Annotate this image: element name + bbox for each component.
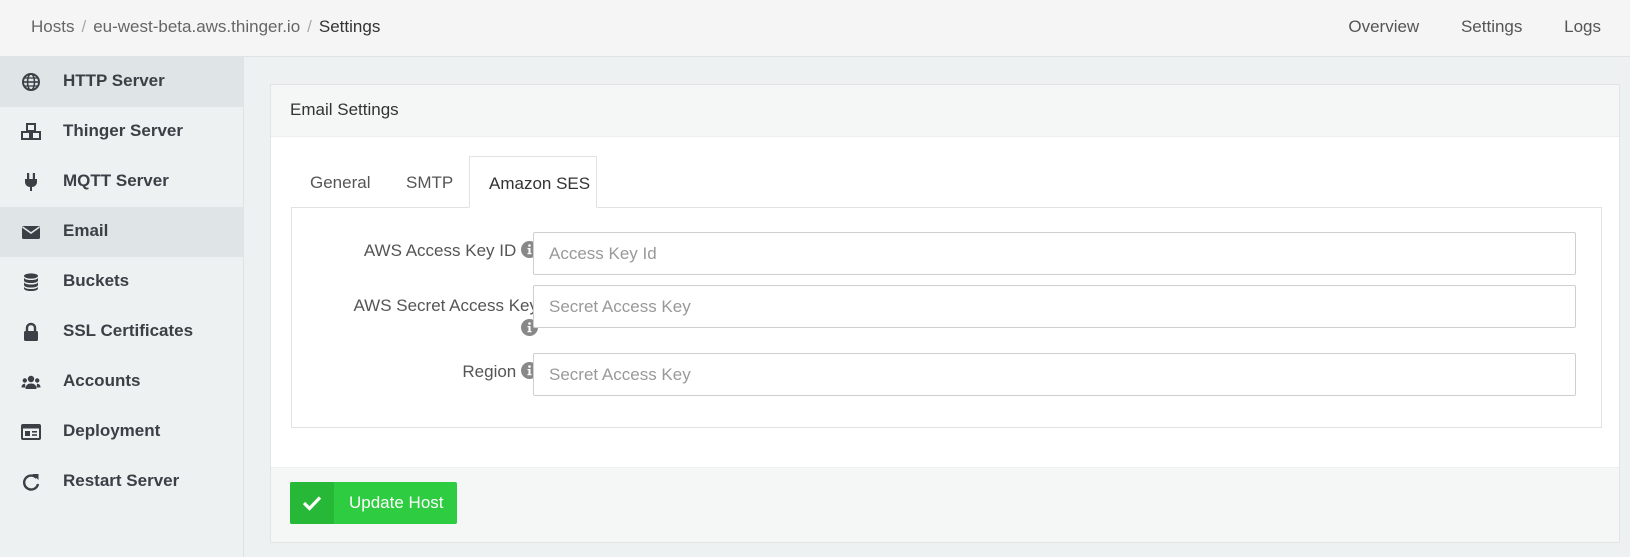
id-card-icon — [21, 422, 41, 442]
sidebar-item-deployment[interactable]: Deployment — [0, 407, 243, 457]
aws-secret-access-key-label: AWS Secret Access Key — [353, 294, 538, 340]
update-host-button[interactable]: Update Host — [290, 482, 457, 524]
sidebar-item-label: Thinger Server — [63, 121, 183, 140]
sidebar-item-thinger-server[interactable]: Thinger Server — [0, 107, 243, 157]
card-footer: Update Host — [271, 467, 1619, 542]
lock-icon — [21, 322, 41, 342]
sidebar-item-http-server[interactable]: HTTP Server — [0, 57, 243, 107]
sidebar-item-label: Restart Server — [63, 471, 180, 490]
users-icon — [21, 372, 41, 392]
top-bar: Hosts / eu-west-beta.aws.thinger.io / Settin… — [0, 0, 1630, 57]
breadcrumb: Hosts / eu-west-beta.aws.thinger.io / Settin… — [31, 17, 380, 37]
tab-general[interactable]: General — [291, 156, 386, 208]
sidebar-item-ssl-certificates[interactable]: SSL Certificates — [0, 307, 243, 357]
check-icon — [290, 482, 334, 524]
sidebar-item-label: Deployment — [63, 421, 161, 440]
sidebar-item-restart-server[interactable]: Restart Server — [0, 457, 243, 507]
nav-logs[interactable]: Logs — [1564, 17, 1601, 36]
aws-access-key-id-label: AWS Access Key ID — [364, 241, 538, 261]
breadcrumb-separator: / — [81, 17, 87, 36]
sidebar-item-label: Email — [63, 221, 109, 240]
breadcrumb-separator: / — [307, 17, 312, 36]
tab-amazon-ses[interactable]: Amazon SES — [469, 156, 597, 208]
cubes-icon — [21, 122, 41, 142]
nav-overview[interactable]: Overview — [1348, 17, 1419, 36]
aws-secret-access-key-input[interactable] — [533, 285, 1576, 328]
sidebar-item-label: HTTP Server — [63, 71, 165, 90]
tab-smtp[interactable]: SMTP — [386, 156, 469, 208]
field-label: AWS Access Key ID — [363, 241, 517, 260]
database-icon — [21, 272, 41, 292]
breadcrumb-host[interactable]: eu-west-beta.aws.thinger.io — [93, 17, 300, 36]
sidebar-item-label: MQTT Server — [63, 171, 169, 190]
sidebar: HTTP Server Thinger Server MQTT Server E… — [0, 57, 244, 557]
sidebar-item-label: SSL Certificates — [63, 321, 194, 340]
breadcrumb-hosts[interactable]: Hosts — [31, 17, 74, 36]
field-label: Region — [462, 362, 517, 381]
sidebar-item-label: Accounts — [63, 371, 141, 390]
redo-icon — [21, 472, 41, 492]
plug-icon — [21, 172, 41, 192]
amazon-ses-panel: AWS Access Key ID AWS Secret Access Key … — [291, 207, 1602, 428]
breadcrumb-current: Settings — [318, 17, 381, 36]
sidebar-item-email[interactable]: Email — [0, 207, 243, 257]
globe-icon — [21, 72, 41, 92]
sidebar-item-mqtt-server[interactable]: MQTT Server — [0, 157, 243, 207]
sidebar-item-buckets[interactable]: Buckets — [0, 257, 243, 307]
sidebar-item-accounts[interactable]: Accounts — [0, 357, 243, 407]
nav-settings[interactable]: Settings — [1461, 17, 1522, 36]
envelope-icon — [21, 222, 41, 242]
region-label: Region — [462, 362, 538, 382]
email-settings-card: Email Settings General SMTP Amazon SES A… — [270, 84, 1620, 543]
field-label: AWS Secret Access Key — [353, 296, 538, 315]
aws-access-key-id-input[interactable] — [533, 232, 1576, 275]
card-title: Email Settings — [271, 85, 1619, 137]
update-host-label: Update Host — [349, 493, 444, 512]
top-nav: Overview Settings Logs — [1311, 17, 1601, 37]
region-input[interactable] — [533, 353, 1576, 396]
sidebar-item-label: Buckets — [63, 271, 130, 290]
